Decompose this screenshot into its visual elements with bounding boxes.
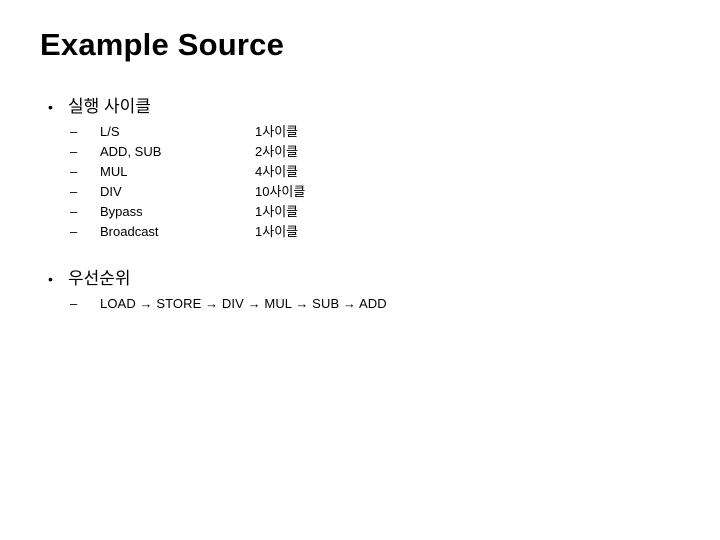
dash-marker-icon: – (70, 164, 78, 179)
list-item: – LOAD → STORE → DIV → MUL → SUB → ADD (0, 294, 720, 314)
bullet-dot-icon: • (48, 271, 53, 287)
cycle-item-value: 1사이클 (255, 204, 299, 219)
cycle-item-label: ADD, SUB (100, 144, 162, 159)
dash-marker-icon: – (70, 224, 78, 239)
bullet-execution-cycle: • 실행 사이클 (0, 96, 720, 118)
cycle-item-label: DIV (100, 184, 122, 199)
dash-marker-icon: – (70, 144, 78, 159)
cycle-item-label: Broadcast (100, 224, 159, 239)
dash-marker-icon: – (70, 124, 78, 139)
bullet-execution-cycle-label: 실행 사이클 (68, 97, 151, 116)
priority-list: – LOAD → STORE → DIV → MUL → SUB → ADD (0, 294, 720, 314)
dash-marker-icon: – (70, 296, 78, 311)
cycle-item-label: MUL (100, 164, 128, 179)
bullet-priority: • 우선순위 (0, 268, 720, 290)
slide: Example Source • 실행 사이클 – L/S 1사이클 – ADD… (0, 0, 720, 540)
list-item: – Bypass 1사이클 (0, 202, 720, 222)
list-item: – L/S 1사이클 (0, 122, 720, 142)
list-item: – ADD, SUB 2사이클 (0, 142, 720, 162)
cycle-item-value: 2사이클 (255, 144, 299, 159)
cycle-item-value: 1사이클 (255, 124, 299, 139)
page-title: Example Source (40, 27, 285, 62)
priority-chain-text: LOAD → STORE → DIV → MUL → SUB → ADD (100, 296, 387, 311)
execution-cycle-list: – L/S 1사이클 – ADD, SUB 2사이클 – MUL 4사이클 – … (0, 122, 720, 242)
dash-marker-icon: – (70, 184, 78, 199)
slide-body: • 실행 사이클 – L/S 1사이클 – ADD, SUB 2사이클 – MU… (0, 96, 720, 314)
cycle-item-label: Bypass (100, 204, 143, 219)
cycle-item-label: L/S (100, 124, 120, 139)
dash-marker-icon: – (70, 204, 78, 219)
bullet-dot-icon: • (48, 99, 53, 115)
cycle-item-value: 10사이클 (255, 184, 306, 199)
list-item: – DIV 10사이클 (0, 182, 720, 202)
cycle-item-value: 4사이클 (255, 164, 299, 179)
cycle-item-value: 1사이클 (255, 224, 299, 239)
bullet-priority-label: 우선순위 (68, 269, 131, 288)
list-item: – Broadcast 1사이클 (0, 222, 720, 242)
list-item: – MUL 4사이클 (0, 162, 720, 182)
